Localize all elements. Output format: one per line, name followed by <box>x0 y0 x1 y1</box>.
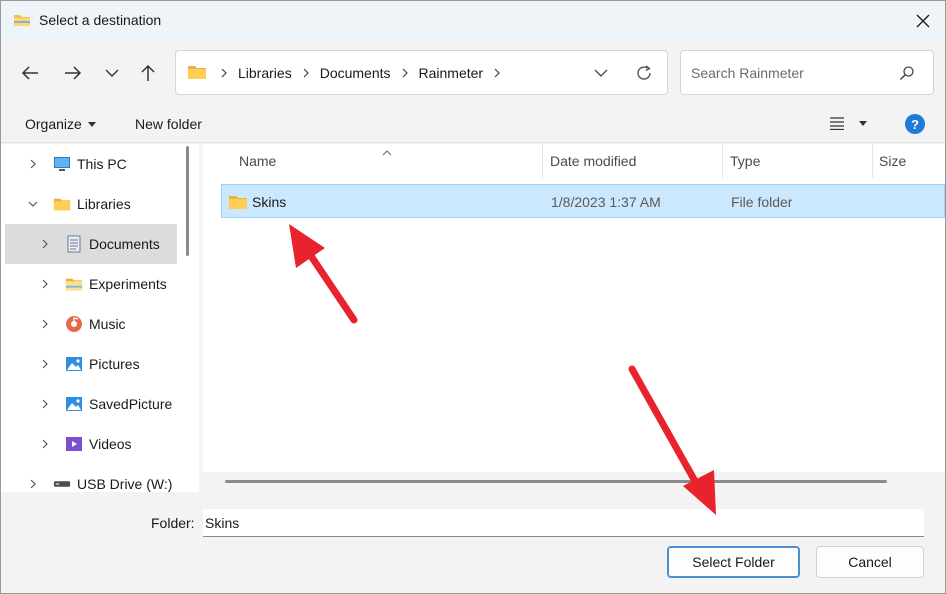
search-input[interactable] <box>689 61 889 85</box>
column-separator[interactable] <box>722 144 723 178</box>
title-bar: Select a destination <box>1 1 945 41</box>
help-button[interactable]: ? <box>905 114 925 134</box>
nav-item-this-pc[interactable]: This PC <box>25 144 177 184</box>
nav-label-usb-drive: USB Drive (W:) <box>77 476 173 492</box>
dropdown-caret-icon <box>859 120 867 126</box>
chevron-right-icon <box>296 67 316 79</box>
pictures-icon <box>65 395 83 413</box>
chevron-down-icon <box>105 69 119 77</box>
nav-label-documents: Documents <box>89 236 160 252</box>
chevron-right-icon <box>395 67 415 79</box>
file-dialog-window: Select a destination Libraries Documents… <box>0 0 946 594</box>
file-date-modified: 1/8/2023 1:37 AM <box>551 194 661 210</box>
breadcrumb: Libraries Documents Rainmeter <box>214 51 507 94</box>
folder-icon <box>65 275 83 293</box>
music-icon <box>65 315 83 333</box>
forward-button[interactable] <box>59 59 87 87</box>
chevron-right-icon[interactable] <box>37 236 53 252</box>
nav-item-pictures[interactable]: Pictures <box>5 344 177 384</box>
chevron-down-icon <box>594 69 608 77</box>
file-row[interactable]: Skins 1/8/2023 1:37 AM File folder <box>221 184 945 218</box>
new-folder-button[interactable]: New folder <box>135 116 202 132</box>
refresh-icon <box>637 65 651 80</box>
address-bar[interactable]: Libraries Documents Rainmeter <box>175 50 668 95</box>
folder-icon <box>53 195 71 213</box>
pc-icon <box>53 155 71 173</box>
navigation-scrollbar[interactable] <box>186 146 189 256</box>
arrow-left-icon <box>21 66 38 80</box>
chevron-right-icon[interactable] <box>37 276 53 292</box>
select-folder-button[interactable]: Select Folder <box>667 546 800 578</box>
back-button[interactable] <box>16 59 44 87</box>
chevron-right-icon[interactable] <box>37 316 53 332</box>
nav-label-savedpicture: SavedPicture <box>89 396 173 412</box>
chevron-right-icon[interactable] <box>37 436 53 452</box>
nav-label-this-pc: This PC <box>77 156 127 172</box>
breadcrumb-rainmeter[interactable]: Rainmeter <box>415 65 488 81</box>
column-header-type[interactable]: Type <box>730 144 760 178</box>
chevron-right-icon[interactable] <box>37 356 53 372</box>
folder-name-input[interactable] <box>203 509 924 537</box>
horizontal-scrollbar[interactable] <box>203 472 945 492</box>
chevron-right-icon <box>214 67 234 79</box>
breadcrumb-libraries[interactable]: Libraries <box>234 65 296 81</box>
arrow-up-icon <box>141 64 155 81</box>
file-name: Skins <box>252 194 287 210</box>
navigation-row: Libraries Documents Rainmeter <box>1 41 945 105</box>
navigation-pane: This PC Libraries Documents Experiments … <box>1 144 199 492</box>
organize-label: Organize <box>25 116 82 132</box>
chevron-right-icon[interactable] <box>487 67 507 79</box>
column-header-date-modified[interactable]: Date modified <box>550 144 636 178</box>
recent-locations-button[interactable] <box>98 59 126 87</box>
nav-item-experiments[interactable]: Experiments <box>5 264 177 304</box>
pictures-icon <box>65 355 83 373</box>
horizontal-scrollbar-thumb[interactable] <box>225 480 887 483</box>
nav-item-savedpicture[interactable]: SavedPicture <box>5 384 177 424</box>
nav-item-music[interactable]: Music <box>5 304 177 344</box>
view-options-button[interactable] <box>829 116 867 130</box>
column-separator[interactable] <box>542 144 543 178</box>
column-header-name[interactable]: Name <box>239 144 276 178</box>
dropdown-caret-icon <box>87 121 96 127</box>
documents-icon <box>65 235 83 253</box>
chevron-down-icon[interactable] <box>25 196 41 212</box>
nav-item-documents[interactable]: Documents <box>5 224 177 264</box>
folder-icon <box>187 64 207 83</box>
nav-label-libraries: Libraries <box>77 196 131 212</box>
chevron-right-icon[interactable] <box>25 476 41 492</box>
breadcrumb-documents[interactable]: Documents <box>316 65 395 81</box>
drive-icon <box>53 475 71 492</box>
nav-item-videos[interactable]: Videos <box>5 424 177 464</box>
search-icon[interactable] <box>899 65 915 84</box>
nav-label-experiments: Experiments <box>89 276 167 292</box>
search-box[interactable] <box>680 50 934 95</box>
nav-label-music: Music <box>89 316 126 332</box>
nav-item-usb-drive[interactable]: USB Drive (W:) <box>25 464 177 492</box>
file-list-pane: Name Date modified Type Size Skins 1/8/2… <box>203 144 945 492</box>
nav-label-pictures: Pictures <box>89 356 140 372</box>
sort-ascending-icon <box>381 144 393 160</box>
column-separator[interactable] <box>872 144 873 178</box>
folder-icon <box>13 12 31 31</box>
column-header-size[interactable]: Size <box>879 144 906 178</box>
window-title: Select a destination <box>39 12 162 28</box>
cancel-button[interactable]: Cancel <box>816 546 924 578</box>
folder-label: Folder: <box>151 515 195 531</box>
file-type: File folder <box>731 194 793 210</box>
arrow-right-icon <box>65 66 82 80</box>
chevron-right-icon[interactable] <box>25 156 41 172</box>
close-button[interactable] <box>907 5 939 37</box>
list-view-icon <box>830 117 844 130</box>
refresh-button[interactable] <box>633 62 655 84</box>
nav-item-libraries[interactable]: Libraries <box>25 184 177 224</box>
chevron-right-icon[interactable] <box>37 396 53 412</box>
command-bar: Organize New folder ? <box>1 105 945 143</box>
address-history-dropdown[interactable] <box>591 63 611 83</box>
up-button[interactable] <box>134 59 162 87</box>
nav-label-videos: Videos <box>89 436 132 452</box>
close-icon <box>916 14 930 28</box>
folder-icon <box>228 194 248 213</box>
organize-menu[interactable]: Organize <box>25 116 96 132</box>
videos-icon <box>65 435 83 453</box>
